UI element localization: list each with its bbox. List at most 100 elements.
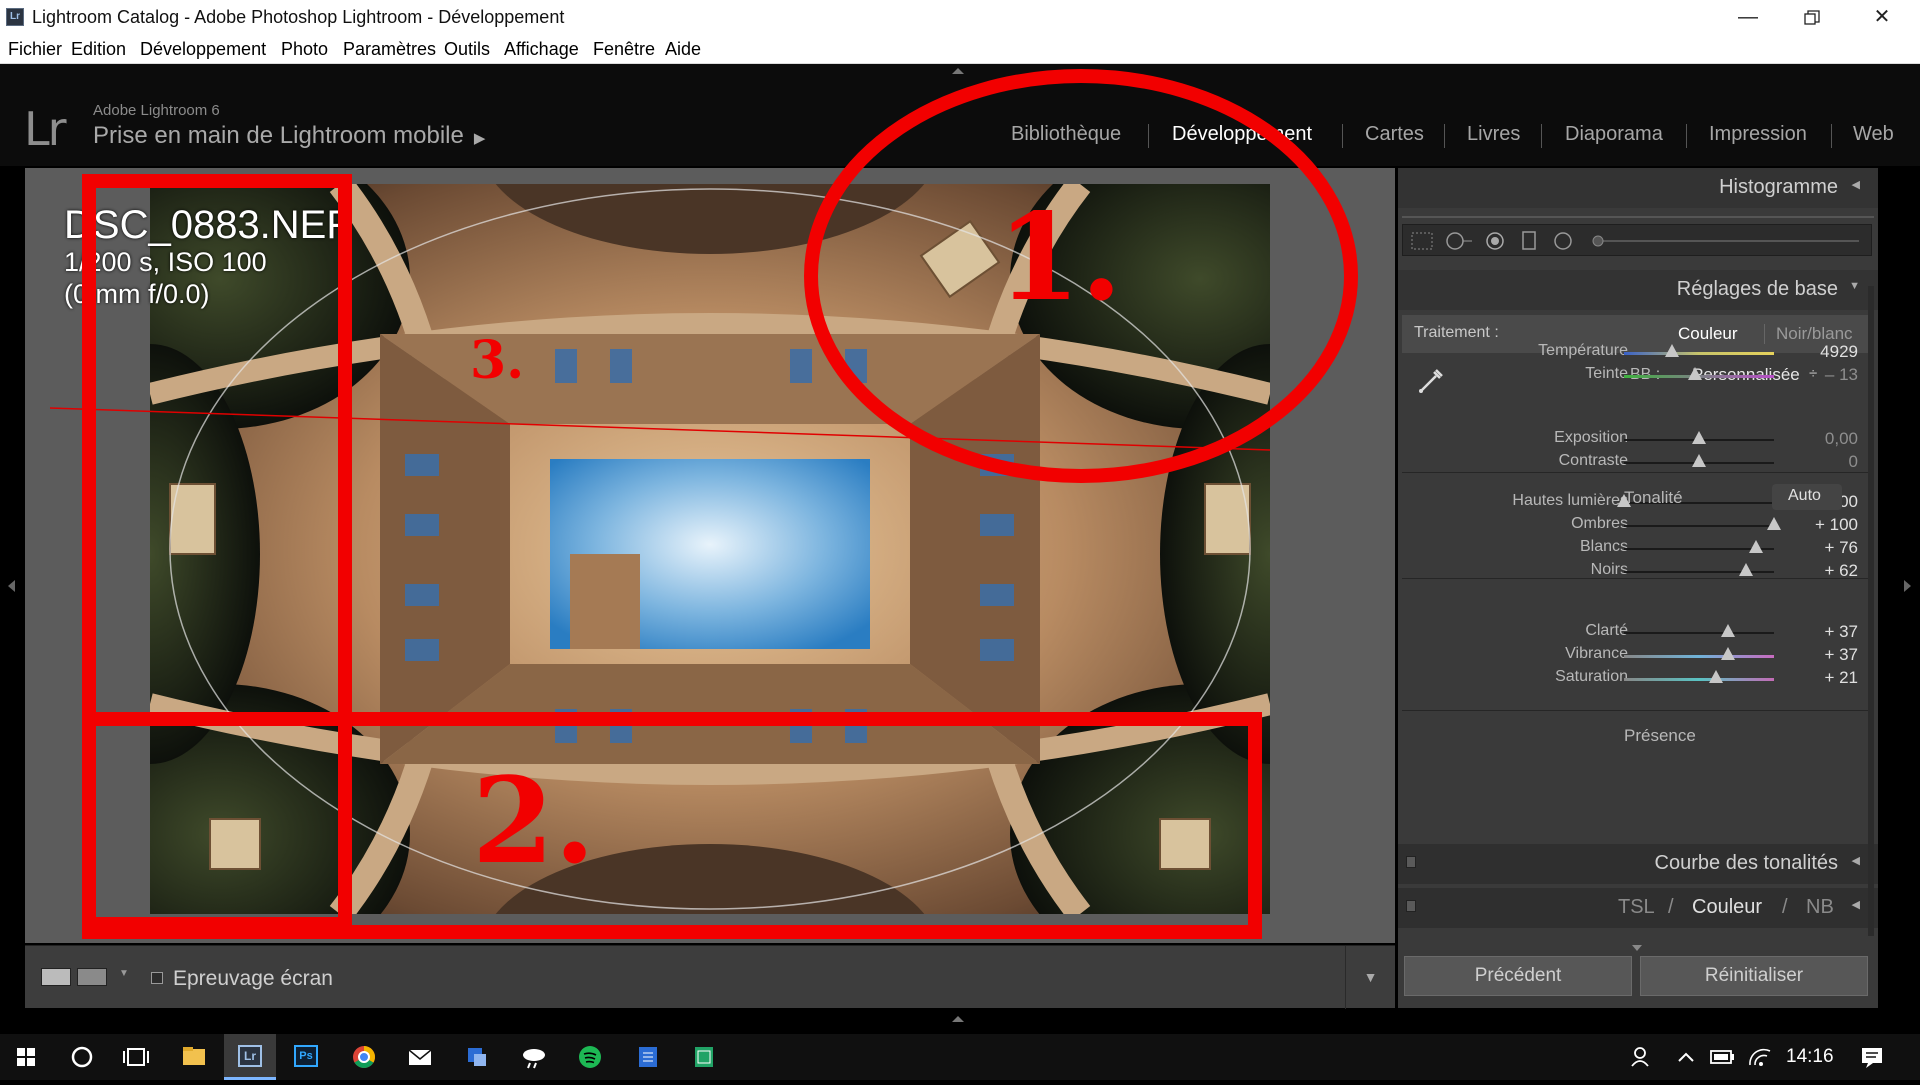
slider-11[interactable]: Saturation + 21 (1398, 665, 1878, 693)
identity-plate[interactable]: Prise en main de Lightroom mobile ▶ (93, 122, 485, 150)
adjustment-brush-track[interactable] (1599, 240, 1859, 242)
mail-icon[interactable] (394, 1034, 446, 1080)
panel-switch-icon[interactable] (1406, 856, 1416, 868)
module-livres[interactable]: Livres (1467, 123, 1520, 146)
menu-fichier[interactable]: Fichier (8, 39, 62, 60)
previous-button[interactable]: Précédent (1404, 956, 1632, 996)
slider-value[interactable]: 0 (1849, 452, 1858, 472)
slider-thumb[interactable] (1708, 670, 1723, 683)
module-impression[interactable]: Impression (1709, 123, 1807, 146)
radial-filter-icon[interactable] (1553, 231, 1573, 251)
wifi-icon[interactable] (1734, 1034, 1786, 1080)
reset-button[interactable]: Réinitialiser (1640, 956, 1868, 996)
menu-parametres[interactable]: Paramètres (343, 39, 436, 60)
adjustment-brush-icon[interactable] (1591, 234, 1605, 248)
slider-value[interactable]: + 100 (1815, 515, 1858, 535)
module-web[interactable]: Web (1853, 123, 1894, 146)
menu-edition[interactable]: Edition (71, 39, 126, 60)
chrome-icon[interactable] (338, 1034, 390, 1080)
proof-checkbox[interactable] (151, 972, 163, 984)
expand-left-icon[interactable]: ◀ (1852, 898, 1860, 911)
slider-thumb[interactable] (1665, 344, 1679, 357)
graduated-filter-icon[interactable] (1521, 231, 1537, 251)
panel-switch-icon[interactable] (1406, 900, 1416, 912)
loupe-view-icon[interactable] (41, 968, 71, 986)
slider-value[interactable]: + 21 (1824, 668, 1858, 688)
slider-value[interactable]: – 13 (1825, 365, 1858, 385)
collapse-filmstrip-icon[interactable] (952, 1016, 964, 1022)
hsl-header[interactable]: TSL / Couleur / NB ◀ (1398, 888, 1878, 928)
cortana-icon[interactable] (56, 1034, 108, 1080)
crop-overlay-icon[interactable] (1411, 232, 1433, 250)
red-eye-icon[interactable] (1485, 231, 1505, 251)
slider-value[interactable]: + 37 (1824, 622, 1858, 642)
slider-thumb[interactable] (1749, 540, 1763, 553)
lightroom-icon[interactable]: Lr (224, 1034, 276, 1080)
module-diaporama[interactable]: Diaporama (1565, 123, 1663, 146)
notifications-icon[interactable] (1846, 1034, 1898, 1080)
slider-thumb[interactable] (1687, 367, 1702, 380)
module-cartes[interactable]: Cartes (1365, 123, 1424, 146)
app-icon[interactable] (450, 1034, 502, 1080)
annotation-number-3: 3. (470, 330, 525, 391)
hsl-tab-couleur[interactable]: Couleur (1692, 896, 1762, 919)
menu-outils[interactable]: Outils (444, 39, 490, 60)
spotify-icon[interactable] (564, 1034, 616, 1080)
view-options-chevron-icon[interactable]: ▼ (119, 968, 129, 979)
hsl-tab-nb[interactable]: NB (1806, 896, 1834, 919)
scroll-more-icon[interactable] (1632, 945, 1642, 951)
windows-start-icon[interactable] (0, 1034, 52, 1080)
tone-curve-header[interactable]: Courbe des tonalités ◀ (1398, 844, 1878, 884)
slider-2[interactable]: Teinte – 13 (1398, 362, 1878, 390)
slider-thumb[interactable] (1720, 647, 1735, 660)
excel-icon[interactable] (678, 1034, 730, 1080)
minimize-icon[interactable]: — (1718, 0, 1778, 36)
slider-label: Saturation (1555, 668, 1628, 685)
play-icon[interactable]: ▶ (474, 130, 486, 147)
slider-track[interactable] (1624, 655, 1774, 658)
toolbar-dropdown-icon[interactable]: ▼ (1345, 946, 1395, 1009)
menu-fenetre[interactable]: Fenêtre (593, 39, 655, 60)
slider-thumb[interactable] (1720, 624, 1735, 637)
word-icon[interactable] (622, 1034, 674, 1080)
close-icon[interactable]: ✕ (1852, 0, 1912, 36)
slider-value[interactable]: + 76 (1824, 538, 1858, 558)
menu-photo[interactable]: Photo (281, 39, 328, 60)
menu-aide[interactable]: Aide (665, 39, 701, 60)
task-view-icon[interactable] (110, 1034, 162, 1080)
slider-thumb[interactable] (1692, 431, 1706, 444)
menu-developpement[interactable]: Développement (140, 39, 266, 60)
right-panel-toggle-icon[interactable] (1904, 580, 1911, 592)
slider-value[interactable]: 4929 (1820, 342, 1858, 362)
histogram-header[interactable]: Histogramme ◀ (1398, 168, 1878, 208)
photoshop-icon-label: Ps (294, 1045, 318, 1067)
basic-panel-header[interactable]: Réglages de base ▼ (1398, 270, 1878, 310)
slider-track[interactable] (1624, 632, 1774, 634)
slider-8[interactable]: Noirs + 62 (1398, 558, 1878, 586)
spot-removal-icon[interactable] (1445, 231, 1473, 251)
compare-view-icon[interactable] (77, 968, 107, 986)
slider-value[interactable]: + 37 (1824, 645, 1858, 665)
slider-track[interactable] (1624, 352, 1774, 355)
left-panel-toggle-icon[interactable] (8, 580, 15, 592)
auto-tone-button[interactable]: Auto (1772, 484, 1842, 510)
restore-icon[interactable] (1782, 0, 1842, 36)
slider-value[interactable]: 0,00 (1825, 429, 1858, 449)
lightroom-icon-label: Lr (238, 1045, 262, 1067)
collapse-down-icon[interactable]: ▼ (1849, 280, 1860, 292)
weather-icon[interactable] (508, 1034, 560, 1080)
collapse-left-icon[interactable]: ◀ (1852, 178, 1860, 191)
photoshop-icon[interactable]: Ps (280, 1034, 332, 1080)
product-version: Adobe Lightroom 6 (93, 102, 220, 119)
panel-scrollbar[interactable] (1868, 286, 1874, 936)
hsl-tab-tsl[interactable]: TSL (1618, 896, 1655, 919)
expand-left-icon[interactable]: ◀ (1852, 854, 1860, 867)
taskbar-clock[interactable]: 14:16 (1786, 1046, 1834, 1068)
slider-thumb[interactable] (1767, 517, 1781, 530)
slider-track[interactable] (1624, 678, 1774, 681)
slider-thumb[interactable] (1692, 454, 1706, 467)
slider-thumb[interactable] (1738, 563, 1753, 576)
slider-track[interactable] (1624, 525, 1774, 527)
file-explorer-icon[interactable] (168, 1034, 220, 1080)
menu-affichage[interactable]: Affichage (504, 39, 579, 60)
